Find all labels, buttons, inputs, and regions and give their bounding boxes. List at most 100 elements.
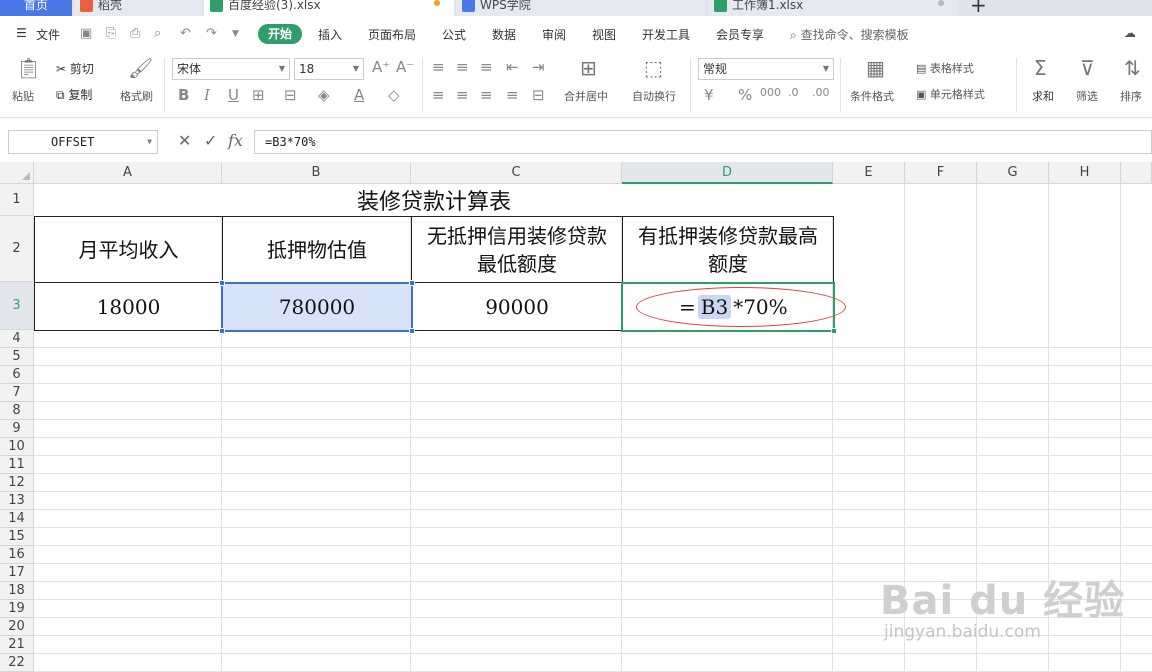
decrease-indent-icon[interactable]: ⇤ (506, 58, 519, 76)
font-color-icon[interactable]: A (354, 86, 364, 104)
row-header-15[interactable]: 15 (0, 528, 34, 546)
cancel-icon[interactable]: ✕ (178, 131, 191, 150)
export-icon[interactable]: ⎘ (106, 26, 116, 41)
row-header-16[interactable]: 16 (0, 546, 34, 564)
increase-indent-icon[interactable]: ⇥ (532, 58, 545, 76)
resize-handle[interactable] (219, 280, 225, 286)
row-header-6[interactable]: 6 (0, 366, 34, 384)
menu-home-tab[interactable]: 开始 (258, 24, 302, 44)
row-header-18[interactable]: 18 (0, 582, 34, 600)
column-header-e[interactable]: E (833, 162, 905, 184)
menu-insert[interactable]: 插入 (318, 26, 342, 43)
column-header-c[interactable]: C (411, 162, 622, 184)
row-header-8[interactable]: 8 (0, 402, 34, 420)
cell-a2[interactable]: 月平均收入 (35, 217, 222, 282)
row-header-11[interactable]: 11 (0, 456, 34, 474)
align-bottom-icon[interactable]: ≡ (480, 58, 493, 76)
row-header-4[interactable]: 4 (0, 330, 34, 348)
cloud-icon[interactable]: ☁ (1124, 26, 1136, 40)
justify-icon[interactable]: ≡ (506, 86, 519, 104)
sort-button[interactable]: 排序 (1120, 88, 1142, 104)
cell-a1-title[interactable]: 装修贷款计算表 (34, 184, 834, 216)
row-header-7[interactable]: 7 (0, 384, 34, 402)
filter-button[interactable]: 筛选 (1076, 88, 1098, 104)
clear-format-icon[interactable]: ◇ (388, 86, 400, 104)
row-header-5[interactable]: 5 (0, 348, 34, 366)
hamburger-menu-icon[interactable]: ☰ (16, 26, 27, 40)
menu-formulas[interactable]: 公式 (442, 26, 466, 43)
row-header-22[interactable]: 22 (0, 654, 34, 672)
menu-view[interactable]: 视图 (592, 26, 616, 43)
fill-color-icon[interactable]: ◈ (318, 86, 330, 104)
format-painter-button[interactable]: 格式刷 (120, 88, 153, 104)
merge-center-button[interactable]: 合并居中 (564, 88, 608, 104)
filter-icon[interactable]: ⊽ (1080, 56, 1095, 80)
column-header-g[interactable]: G (977, 162, 1049, 184)
paste-button[interactable]: 粘贴 (12, 88, 34, 104)
thousands-icon[interactable]: 000 (760, 86, 781, 99)
save-icon[interactable]: ▣ (80, 26, 92, 41)
insert-function-icon[interactable]: fx (228, 131, 243, 150)
align-right-icon[interactable]: ≡ (480, 86, 493, 104)
decrease-font-icon[interactable]: A⁻ (396, 58, 414, 76)
fill-handle[interactable] (831, 328, 837, 334)
conditional-format-button[interactable]: 条件格式 (850, 88, 894, 104)
row-header-1[interactable]: 1 (0, 184, 34, 216)
row-header-17[interactable]: 17 (0, 564, 34, 582)
name-box[interactable]: OFFSET ▼ (8, 130, 158, 154)
row-header-19[interactable]: 19 (0, 600, 34, 618)
column-header-b[interactable]: B (222, 162, 411, 184)
merge-center-icon[interactable]: ⊞ (580, 56, 597, 80)
percent-icon[interactable]: % (738, 86, 752, 104)
font-size-select[interactable]: 18 ▼ (294, 58, 364, 80)
currency-icon[interactable]: ¥ (704, 86, 714, 104)
row-header-12[interactable]: 12 (0, 474, 34, 492)
row-header-21[interactable]: 21 (0, 636, 34, 654)
menu-file[interactable]: 文件 (36, 26, 60, 43)
menu-review[interactable]: 审阅 (542, 26, 566, 43)
font-name-select[interactable]: 宋体 ▼ (172, 58, 290, 80)
underline-icon[interactable]: U (228, 86, 239, 104)
row-header-14[interactable]: 14 (0, 510, 34, 528)
tab-wps-academy[interactable]: WPS学院 (456, 0, 706, 16)
redo-icon[interactable]: ↷ (206, 26, 217, 41)
menu-member[interactable]: 会员专享 (716, 26, 764, 43)
wrap-text-button[interactable]: 自动换行 (632, 88, 676, 104)
new-tab-plus-icon[interactable]: + (970, 0, 987, 16)
align-middle-icon[interactable]: ≡ (456, 58, 469, 76)
wrap-text-icon[interactable]: ⬚ (644, 56, 663, 80)
menu-developer[interactable]: 开发工具 (642, 26, 690, 43)
sum-button[interactable]: 求和 (1032, 88, 1054, 104)
borders-icon[interactable]: ⊞ (252, 86, 265, 104)
column-header-h[interactable]: H (1049, 162, 1121, 184)
increase-font-icon[interactable]: A⁺ (372, 58, 390, 76)
paste-icon[interactable]: 📋︎ (16, 56, 41, 80)
align-center-icon[interactable]: ≡ (456, 86, 469, 104)
row-header-13[interactable]: 13 (0, 492, 34, 510)
row-header-10[interactable]: 10 (0, 438, 34, 456)
menu-page-layout[interactable]: 页面布局 (368, 26, 416, 43)
bold-icon[interactable]: B (178, 86, 189, 104)
decrease-decimal-icon[interactable]: .00 (812, 86, 830, 99)
row-header-9[interactable]: 9 (0, 420, 34, 438)
resize-handle[interactable] (409, 328, 415, 334)
undo-icon[interactable]: ↶ (180, 26, 191, 41)
column-header-d[interactable]: D (622, 162, 833, 184)
table-style-button[interactable]: ▤ 表格样式 (916, 60, 974, 76)
row-header-2[interactable]: 2 (0, 216, 34, 282)
align-top-icon[interactable]: ≡ (432, 58, 445, 76)
cell-a3[interactable]: 18000 (35, 283, 222, 330)
cell-c3[interactable]: 90000 (412, 283, 622, 330)
conditional-format-icon[interactable]: ▦ (866, 56, 885, 80)
tab-home[interactable]: 首页 (0, 0, 72, 16)
column-header-a[interactable]: A (34, 162, 222, 184)
sum-icon[interactable]: Σ (1034, 56, 1047, 80)
cell-d2[interactable]: 有抵押装修贷款最高额度 (623, 217, 833, 282)
increase-decimal-icon[interactable]: .0 (788, 86, 799, 99)
select-all-corner[interactable] (0, 162, 34, 184)
copy-button[interactable]: ⧉ 复制 (56, 86, 92, 103)
tab-workbook1-xlsx[interactable]: 工作簿1.xlsx (708, 0, 958, 16)
cell-c2[interactable]: 无抵押信用装修贷款最低额度 (412, 217, 622, 282)
number-format-select[interactable]: 常规 ▼ (698, 58, 834, 80)
row-header-20[interactable]: 20 (0, 618, 34, 636)
